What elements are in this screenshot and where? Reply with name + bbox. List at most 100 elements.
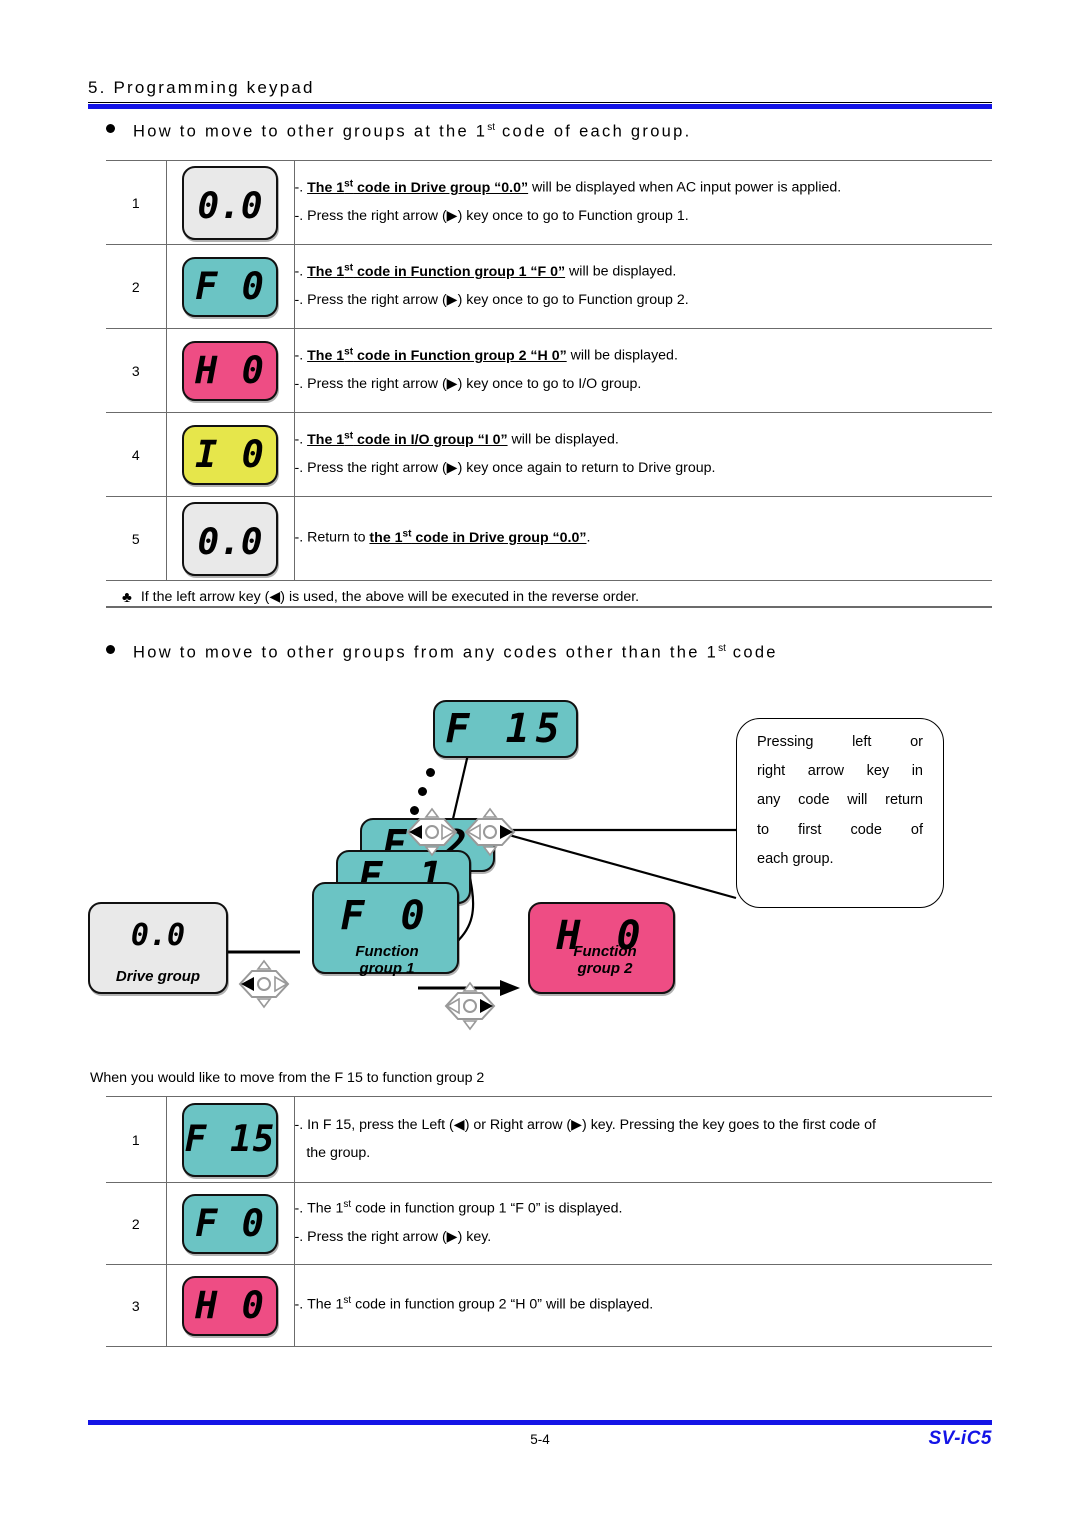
- table-row: 4 I 0 -. The 1st code in I/O group “I 0” w…: [106, 412, 992, 497]
- lcd-value: H 0: [195, 1283, 265, 1327]
- label-drive-group: Drive group: [115, 968, 201, 985]
- lcd-cell: 0.0: [166, 496, 295, 581]
- table-row: 5 0.0 -. Return to the 1st code in Drive g…: [106, 496, 992, 581]
- lcd-value: H 0: [195, 348, 265, 392]
- lcd-value: F 0: [195, 264, 265, 308]
- instruction-line: -. The 1st code in function group 1 “F 0…: [294, 1199, 623, 1218]
- row-number: 3: [106, 1264, 167, 1347]
- lcd-screen-yellow: I 0: [182, 424, 278, 485]
- instruction-line: -. The 1st code in Function group 1 “F 0…: [294, 262, 677, 281]
- table-row: 3 H 0 -. The 1st code in function group 2 …: [106, 1264, 992, 1347]
- callout-line: any code will return: [757, 792, 923, 809]
- instruction-cell: -. The 1st code in I/O group “I 0” will …: [294, 412, 992, 497]
- lcd-screen-pink: H 0: [182, 340, 278, 401]
- section-2-caption: When you would like to move from the F 1…: [90, 1070, 485, 1086]
- instruction-cell: -. The 1st code in Function group 1 “F 0…: [294, 244, 992, 329]
- instruction-cell: -. The 1st code in Function group 2 “H 0…: [294, 328, 992, 413]
- lcd-screen-teal: F 15: [182, 1102, 278, 1177]
- lcd-f15-diagram: F 15: [433, 700, 578, 758]
- lcd-value: F 15: [184, 1118, 276, 1160]
- lcd-value: 0.0: [130, 917, 186, 953]
- lcd-screen: F 15: [433, 700, 578, 758]
- lcd-cell: F 0: [166, 1182, 295, 1265]
- steps-table-2: 1 F 15 -. In F 15, press the Left (◀) or R…: [106, 1096, 992, 1347]
- nav-keypad-left-icon: [238, 959, 290, 1009]
- callout-line: to first code of: [757, 821, 923, 838]
- page-title: 5. Programming keypad: [88, 78, 315, 97]
- row-number: 2: [106, 244, 167, 329]
- lcd-value: 0.0: [197, 521, 263, 563]
- row-number: 2: [106, 1182, 167, 1265]
- instruction-line: the group.: [294, 1144, 371, 1161]
- reverse-order-note-text: If the left arrow key (◀) is used, the a…: [140, 589, 640, 605]
- label-function-group-1: Function group 1: [355, 943, 419, 978]
- lcd-screen-teal: F 0: [182, 1193, 278, 1254]
- steps-table-1-body: 1 0.0 -. The 1st code in Drive group “0.0”…: [106, 160, 992, 581]
- table-row: 1 0.0 -. The 1st code in Drive group “0.0”…: [106, 160, 992, 245]
- reverse-order-note: ♣ If the left arrow key (◀) is used, the…: [122, 580, 992, 614]
- instruction-line: -. Press the right arrow (▶) key once to…: [294, 207, 689, 224]
- instruction-line: -. The 1st code in Drive group “0.0” wil…: [294, 178, 842, 197]
- instruction-line: -. The 1st code in Function group 2 “H 0…: [294, 346, 678, 365]
- nav-keypad-double-icon: [406, 807, 516, 857]
- callout-line: Pressing left or: [757, 734, 923, 750]
- instruction-line: -. The 1st code in function group 2 “H 0…: [294, 1295, 654, 1314]
- instruction-line: -. Press the right arrow (▶) key once to…: [294, 291, 689, 308]
- instruction-line: -. Press the right arrow (▶) key once ag…: [294, 459, 716, 476]
- section-1-heading-text: How to move to other groups at the 1st c…: [133, 122, 692, 141]
- section-2-heading: How to move to other groups from any cod…: [106, 643, 778, 663]
- instruction-line: -. In F 15, press the Left (◀) or Right …: [294, 1116, 876, 1133]
- steps-table-2-body: 1 F 15 -. In F 15, press the Left (◀) or R…: [106, 1096, 992, 1347]
- instruction-cell: -. The 1st code in Drive group “0.0” wil…: [294, 160, 992, 245]
- table-row: 1 F 15 -. In F 15, press the Left (◀) or R…: [106, 1096, 992, 1183]
- instruction-cell: -. The 1st code in function group 1 “F 0…: [294, 1182, 992, 1265]
- club-icon: ♣: [122, 588, 132, 606]
- lcd-value: F 0: [195, 1201, 265, 1245]
- lcd-screen-gray: 0.0: [182, 165, 278, 240]
- instruction-cell: -. In F 15, press the Left (◀) or Right …: [294, 1096, 992, 1183]
- page-header: 5. Programming keypad: [88, 78, 992, 109]
- table-row: 3 H 0 -. The 1st code in Function group 2 …: [106, 328, 992, 413]
- nav-keypad-right-icon: [444, 981, 496, 1031]
- row-number: 1: [106, 1096, 167, 1183]
- section-1-heading: How to move to other groups at the 1st c…: [106, 122, 692, 142]
- lcd-value: F 15: [445, 706, 566, 752]
- lcd-screen-teal: F 0: [182, 256, 278, 317]
- group-navigation-diagram: F 15 F 2 F 1 F 0 Function group 1 0.0 Dr…: [88, 690, 992, 1045]
- lcd-value: F 0: [340, 892, 431, 939]
- section-2-heading-text: How to move to other groups from any cod…: [133, 643, 778, 662]
- lcd-value: 0.0: [197, 185, 263, 227]
- bullet-icon: [106, 123, 115, 133]
- header-rule-blue: [88, 104, 992, 109]
- instruction-line: -. Return to the 1st code in Drive group…: [294, 528, 591, 547]
- footer-rule-blue: [88, 1420, 992, 1425]
- note-bottom-rule: [106, 606, 992, 608]
- lcd-screen-gray: 0.0: [182, 501, 278, 576]
- label-function-group-2: Function group 2: [573, 943, 637, 978]
- instruction-line: -. Press the right arrow (▶) key once to…: [294, 375, 642, 392]
- callout-bubble: Pressing left or right arrow key in any co…: [736, 718, 944, 908]
- row-number: 5: [106, 496, 167, 581]
- table-row: 2 F 0 -. The 1st code in Function group 1 …: [106, 244, 992, 329]
- steps-table-1: 1 0.0 -. The 1st code in Drive group “0.0”…: [106, 160, 992, 581]
- instruction-cell: -. Return to the 1st code in Drive group…: [294, 496, 992, 581]
- lcd-screen-pink: H 0: [182, 1275, 278, 1336]
- lcd-cell: H 0: [166, 328, 295, 413]
- row-number: 4: [106, 412, 167, 497]
- lcd-cell: F 15: [166, 1096, 295, 1183]
- bullet-icon: [106, 644, 115, 654]
- instruction-line: -. Press the right arrow (▶) key.: [294, 1228, 492, 1245]
- row-number: 3: [106, 328, 167, 413]
- table-row: 2 F 0 -. The 1st code in function group 1 …: [106, 1182, 992, 1265]
- instruction-cell: -. The 1st code in function group 2 “H 0…: [294, 1264, 992, 1347]
- footer-page-number: 5-4: [530, 1432, 550, 1447]
- lcd-cell: F 0: [166, 244, 295, 329]
- lcd-cell: 0.0: [166, 160, 295, 245]
- header-rule-thin: [88, 102, 992, 103]
- manual-page: 5. Programming keypad How to move to oth…: [0, 0, 1080, 1528]
- lcd-cell: I 0: [166, 412, 295, 497]
- lcd-value: I 0: [195, 432, 265, 476]
- callout-line: right arrow key in: [757, 763, 923, 780]
- lcd-cell: H 0: [166, 1264, 295, 1347]
- row-number: 1: [106, 160, 167, 245]
